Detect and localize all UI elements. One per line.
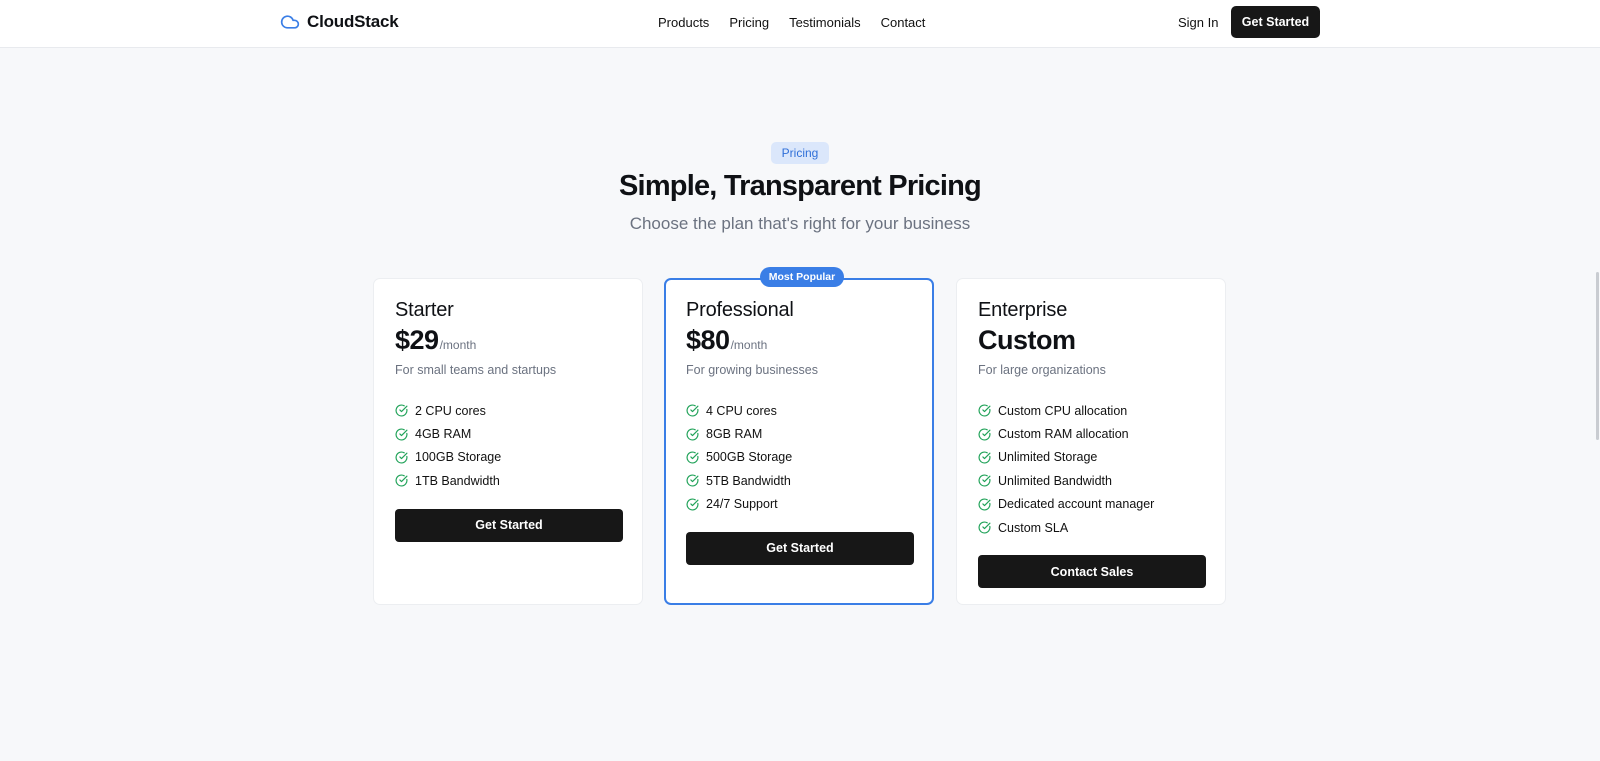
feature-item: 8GB RAM — [686, 422, 912, 445]
feature-text: 5TB Bandwidth — [706, 473, 791, 488]
price-row: $29 /month — [395, 325, 621, 357]
plan-name: Starter — [395, 299, 454, 321]
check-circle-icon — [978, 521, 991, 534]
check-circle-icon — [978, 498, 991, 511]
starter-get-started-button[interactable]: Get Started — [395, 508, 623, 542]
nav-link-contact[interactable]: Contact — [881, 15, 926, 30]
pricing-card-starter: Starter $29 /month For small teams and s… — [373, 278, 643, 605]
feature-text: Custom CPU allocation — [998, 403, 1128, 418]
check-circle-icon — [395, 404, 408, 417]
check-circle-icon — [686, 498, 699, 511]
check-circle-icon — [978, 451, 991, 464]
plan-price: Custom — [978, 325, 1076, 355]
feature-text: Unlimited Bandwidth — [998, 473, 1112, 488]
plan-name: Enterprise — [978, 299, 1068, 321]
check-circle-icon — [686, 404, 699, 417]
feature-list: 2 CPU cores 4GB RAM 100GB Storage 1TB Bandw… — [395, 399, 621, 493]
plan-name: Professional — [686, 299, 794, 321]
pricing-card-enterprise: Enterprise Custom For large organization… — [956, 278, 1226, 605]
feature-item: Custom CPU allocation — [978, 399, 1204, 422]
feature-item: 4 CPU cores — [686, 399, 912, 422]
feature-text: Custom SLA — [998, 520, 1069, 535]
pricing-card-professional: Most Popular Professional $80 /month For… — [664, 267, 934, 605]
feature-text: 500GB Storage — [706, 450, 793, 465]
plan-period: /month — [730, 338, 768, 352]
feature-text: 24/7 Support — [706, 497, 778, 512]
feature-text: 4 CPU cores — [706, 403, 777, 418]
plan-price: $80 — [686, 325, 730, 355]
most-popular-badge: Most Popular — [760, 267, 844, 287]
feature-item: 2 CPU cores — [395, 399, 621, 422]
feature-text: 4GB RAM — [415, 427, 472, 442]
brand-logo[interactable]: CloudStack — [280, 12, 399, 32]
nav-link-products[interactable]: Products — [658, 15, 709, 30]
feature-list: Custom CPU allocation Custom RAM allocati… — [978, 399, 1204, 539]
nav-link-testimonials[interactable]: Testimonials — [789, 15, 861, 30]
contact-sales-button[interactable]: Contact Sales — [978, 555, 1206, 589]
feature-item: 24/7 Support — [686, 493, 912, 516]
check-circle-icon — [978, 428, 991, 441]
feature-text: 100GB Storage — [415, 450, 502, 465]
check-circle-icon — [395, 451, 408, 464]
check-circle-icon — [686, 451, 699, 464]
check-circle-icon — [978, 474, 991, 487]
page-title: Simple, Transparent Pricing — [619, 170, 982, 202]
feature-item: Unlimited Bandwidth — [978, 469, 1204, 492]
price-row: $80 /month — [686, 325, 912, 357]
feature-item: Custom RAM allocation — [978, 422, 1204, 445]
check-circle-icon — [978, 404, 991, 417]
check-circle-icon — [686, 474, 699, 487]
nav-link-pricing[interactable]: Pricing — [729, 15, 769, 30]
section-badge: Pricing — [771, 142, 829, 164]
feature-text: 2 CPU cores — [415, 403, 486, 418]
feature-item: 500GB Storage — [686, 446, 912, 469]
check-circle-icon — [395, 474, 408, 487]
check-circle-icon — [686, 428, 699, 441]
professional-get-started-button[interactable]: Get Started — [686, 531, 914, 565]
plan-description: For growing businesses — [686, 363, 819, 377]
feature-item: 100GB Storage — [395, 446, 621, 469]
feature-text: Dedicated account manager — [998, 497, 1155, 512]
feature-list: 4 CPU cores 8GB RAM 500GB Storage 5TB Bandw… — [686, 399, 912, 516]
main-nav: Products Pricing Testimonials Contact — [658, 15, 925, 30]
plan-description: For large organizations — [978, 363, 1106, 377]
plan-period: /month — [439, 338, 477, 352]
feature-item: Custom SLA — [978, 516, 1204, 539]
brand-name: CloudStack — [307, 12, 399, 31]
feature-text: Unlimited Storage — [998, 450, 1098, 465]
price-row: Custom — [978, 325, 1204, 357]
header-get-started-button[interactable]: Get Started — [1231, 6, 1320, 38]
page-subtitle: Choose the plan that's right for your bu… — [629, 214, 971, 233]
plan-price: $29 — [395, 325, 439, 355]
feature-item: 1TB Bandwidth — [395, 469, 621, 492]
feature-text: 8GB RAM — [706, 427, 763, 442]
feature-text: Custom RAM allocation — [998, 427, 1129, 442]
check-circle-icon — [395, 428, 408, 441]
plan-description: For small teams and startups — [395, 363, 557, 377]
sign-in-link[interactable]: Sign In — [1178, 15, 1218, 30]
feature-item: 4GB RAM — [395, 422, 621, 445]
site-header: CloudStack Products Pricing Testimonials… — [0, 0, 1600, 48]
feature-item: 5TB Bandwidth — [686, 469, 912, 492]
cloud-icon — [280, 15, 300, 29]
feature-item: Unlimited Storage — [978, 446, 1204, 469]
feature-item: Dedicated account manager — [978, 493, 1204, 516]
page-scrollbar[interactable] — [1596, 272, 1599, 440]
feature-text: 1TB Bandwidth — [415, 473, 500, 488]
